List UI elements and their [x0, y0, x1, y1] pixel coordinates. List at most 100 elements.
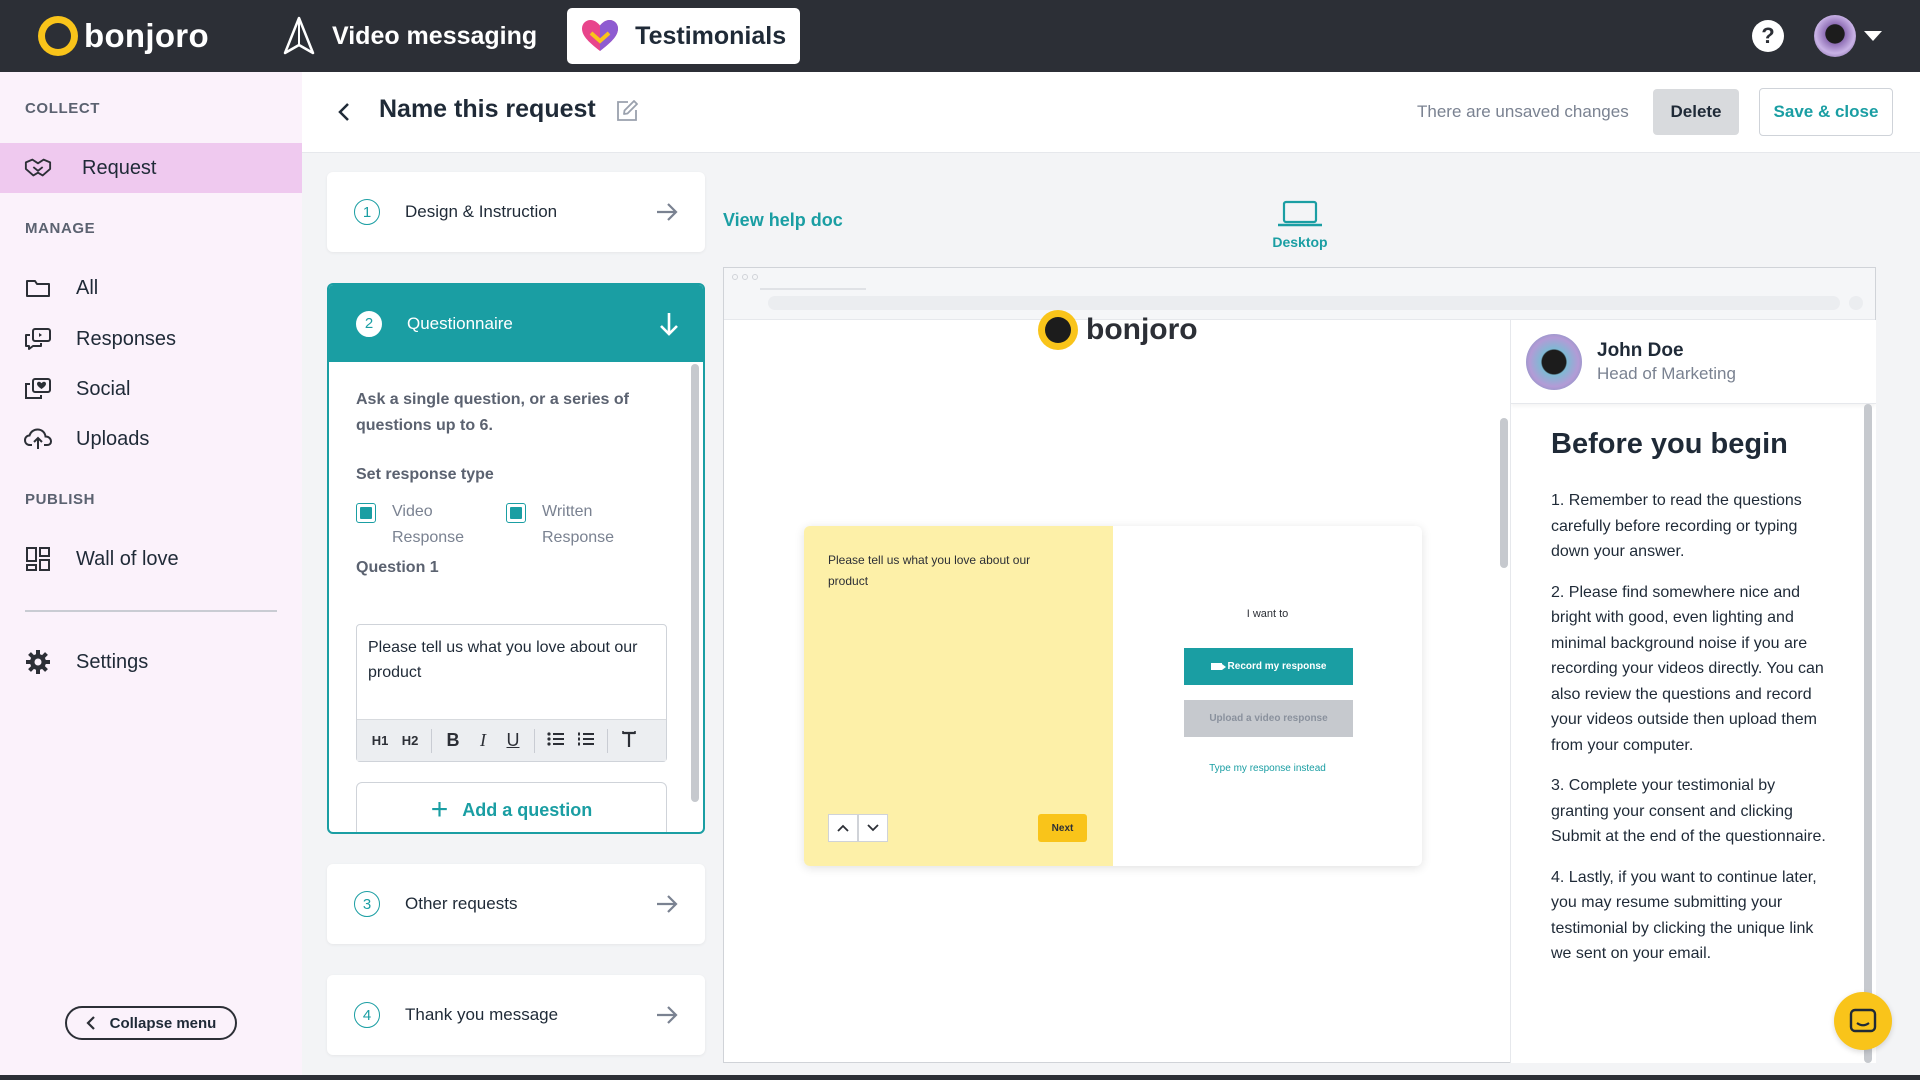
- questionnaire-intro: Ask a single question, or a series of qu…: [356, 391, 629, 434]
- written-response-checkbox[interactable]: [506, 503, 526, 523]
- preview-next-button[interactable]: Next: [1038, 814, 1087, 842]
- nav-video-messaging[interactable]: Video messaging: [268, 8, 551, 64]
- bonjoro-logo-icon: [38, 16, 78, 56]
- sidebar-item-request[interactable]: Request: [0, 143, 302, 193]
- unsaved-changes-status: There are unsaved changes: [1417, 102, 1629, 121]
- step-label: Other requests: [405, 894, 518, 913]
- save-close-button[interactable]: Save & close: [1759, 88, 1893, 136]
- preview-question-pane: Please tell us what you love about our p…: [804, 526, 1113, 866]
- question-1-label: Question 1: [356, 559, 439, 576]
- paper-plane-icon: [283, 16, 315, 55]
- arrow-right-icon: [657, 895, 678, 913]
- toolbar-divider: [607, 728, 608, 753]
- nav-label: Testimonials: [635, 21, 787, 50]
- italic-button[interactable]: I: [468, 730, 498, 751]
- bonjoro-logo-icon: [1038, 310, 1078, 350]
- preview-instructions-pane: John Doe Head of Marketing Before you be…: [1510, 320, 1876, 1063]
- chevron-up-icon[interactable]: [828, 814, 858, 842]
- sidebar-item-label: Settings: [76, 650, 149, 673]
- rich-text-toolbar: H1 H2 B I U: [357, 719, 666, 761]
- chevron-down-icon[interactable]: [858, 814, 888, 842]
- step-questionnaire-panel: 2 Questionnaire Ask a single question, o…: [327, 283, 705, 834]
- preview-record-button[interactable]: Record my response: [1184, 648, 1353, 685]
- preview-i-want-to: I want to: [1246, 608, 1289, 620]
- chat-support-button[interactable]: [1834, 992, 1892, 1050]
- instruction-item: 1. Remember to read the questions carefu…: [1551, 492, 1802, 560]
- sidebar-item-all[interactable]: All: [0, 263, 302, 313]
- heading-1-button[interactable]: H1: [365, 733, 395, 748]
- heading-2-button[interactable]: H2: [395, 733, 425, 748]
- user-avatar[interactable]: [1814, 15, 1856, 57]
- sidebar-item-wall-of-love[interactable]: Wall of love: [0, 534, 302, 584]
- sidebar-item-label: Responses: [76, 327, 177, 350]
- nav-testimonials[interactable]: Testimonials: [567, 8, 801, 64]
- underline-button[interactable]: U: [498, 730, 528, 751]
- sidebar-item-label: Wall of love: [76, 547, 179, 570]
- view-help-doc-link[interactable]: View help doc: [723, 210, 843, 231]
- preview-upload-button[interactable]: Upload a video response: [1184, 700, 1353, 737]
- clear-format-icon[interactable]: [614, 730, 644, 751]
- response-type-label: Set response type: [356, 466, 494, 483]
- numbered-list-icon[interactable]: [571, 732, 601, 749]
- collapse-menu-button[interactable]: Collapse menu: [65, 1006, 237, 1040]
- edit-pencil-icon[interactable]: [615, 99, 639, 123]
- page-title[interactable]: Name this request: [379, 95, 596, 124]
- brand-name: bonjoro: [84, 17, 209, 54]
- request-header: Name this request There are unsaved chan…: [302, 72, 1920, 153]
- preview-scrollbar[interactable]: [1500, 418, 1508, 568]
- step-number: 2: [356, 310, 382, 337]
- help-button[interactable]: ?: [1752, 20, 1784, 52]
- add-question-button[interactable]: + Add a question: [356, 782, 667, 832]
- preview-question-card: Please tell us what you love about our p…: [804, 526, 1422, 866]
- sidebar-item-settings[interactable]: Settings: [0, 637, 302, 687]
- chevron-left-icon: [86, 1016, 95, 1030]
- top-navigation-bar: bonjoro Video messaging Testimonials ?: [0, 0, 1920, 72]
- sidebar: COLLECT Request MANAGE All Responses Soc…: [0, 72, 302, 1075]
- step-questionnaire-header[interactable]: 2 Questionnaire: [329, 285, 703, 362]
- instruction-item: 4. Lastly, if you want to continue later…: [1551, 868, 1817, 963]
- video-response-checkbox[interactable]: [356, 503, 376, 523]
- question-1-editor[interactable]: Please tell us what you love about our p…: [356, 624, 667, 762]
- folder-icon: [24, 275, 52, 301]
- preview-type-instead-link[interactable]: Type my response instead: [1113, 763, 1422, 774]
- instruction-item: 2. Please find somewhere nice and bright…: [1551, 583, 1824, 754]
- preview-frame: bonjoro Please tell us what you love abo…: [723, 267, 1876, 1063]
- sidebar-item-uploads[interactable]: Uploads: [0, 414, 302, 464]
- video-response-label: Video Response: [392, 503, 465, 546]
- bold-button[interactable]: B: [438, 730, 468, 751]
- instruction-list: 1. Remember to read the questions carefu…: [1551, 488, 1837, 982]
- back-chevron-icon[interactable]: [338, 102, 350, 122]
- laptop-icon: [1278, 200, 1322, 227]
- sidebar-divider: [25, 610, 277, 612]
- sidebar-item-social[interactable]: Social: [0, 364, 302, 414]
- desktop-preview-toggle[interactable]: Desktop: [1262, 200, 1338, 250]
- step-number: 3: [354, 891, 380, 917]
- sidebar-item-label: Social: [76, 377, 131, 400]
- bullet-list-icon[interactable]: [541, 732, 571, 749]
- collapse-menu-label: Collapse menu: [109, 1014, 217, 1032]
- delete-button[interactable]: Delete: [1653, 89, 1739, 135]
- instructions-scrollbar[interactable]: [1864, 404, 1872, 1063]
- account-dropdown-icon[interactable]: [1864, 31, 1882, 41]
- step-number: 1: [354, 199, 380, 225]
- written-response-label: Written Response: [542, 503, 615, 546]
- grid-layout-icon: [24, 546, 52, 572]
- arrow-down-icon: [660, 312, 678, 336]
- step-other-requests[interactable]: 3 Other requests: [327, 864, 705, 944]
- section-publish: PUBLISH: [25, 491, 96, 508]
- video-camera-icon: [1210, 663, 1226, 670]
- step-design-instruction[interactable]: 1 Design & Instruction: [327, 172, 705, 252]
- section-collect: COLLECT: [25, 100, 101, 117]
- step-thank-you-message[interactable]: 4 Thank you message: [327, 975, 705, 1055]
- gear-icon: [24, 649, 52, 675]
- sidebar-item-responses[interactable]: Responses: [0, 314, 302, 364]
- question-1-text[interactable]: Please tell us what you love about our p…: [368, 635, 653, 685]
- preview-question-text: Please tell us what you love about our p…: [828, 553, 1031, 588]
- brand-logo[interactable]: bonjoro: [38, 16, 268, 56]
- panel-scrollbar[interactable]: [691, 364, 699, 802]
- plus-icon: +: [430, 793, 449, 826]
- sidebar-item-label: Request: [82, 156, 157, 179]
- before-you-begin-heading: Before you begin: [1551, 428, 1788, 460]
- social-post-icon: [24, 376, 52, 402]
- sidebar-item-label: All: [76, 276, 99, 299]
